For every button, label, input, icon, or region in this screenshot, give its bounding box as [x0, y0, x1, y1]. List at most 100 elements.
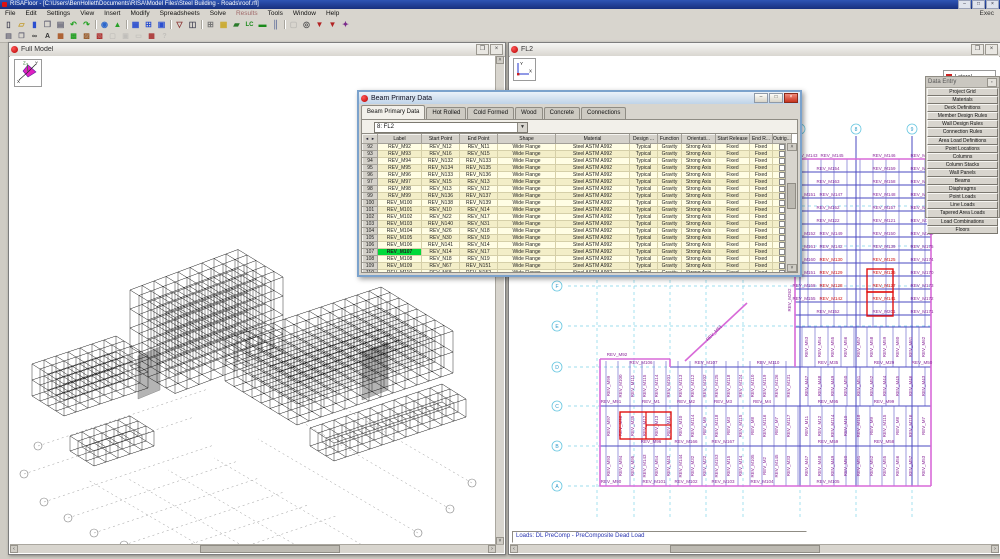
- cell-orientation[interactable]: Strong Axis: [682, 221, 716, 228]
- cell-shape[interactable]: Wide Flange: [498, 242, 556, 249]
- cell-orientation[interactable]: Strong Axis: [682, 256, 716, 263]
- floor-select[interactable]: 8: FL2 ▼: [374, 122, 528, 133]
- cell-material[interactable]: Steel ASTM A992: [556, 158, 630, 165]
- cell-function[interactable]: Gravity: [658, 144, 682, 151]
- cell-design[interactable]: Typical: [630, 172, 658, 179]
- new-file-icon[interactable]: ▯: [2, 19, 15, 30]
- col-header-shape[interactable]: Shape: [498, 135, 556, 144]
- scroll-up-icon[interactable]: ˄: [787, 143, 797, 151]
- cell-material[interactable]: Steel ASTM A992: [556, 235, 630, 242]
- cell-function[interactable]: Gravity: [658, 179, 682, 186]
- data-entry-item-area-load-definitions[interactable]: Area Load Definitions: [927, 137, 998, 145]
- cell-start-point[interactable]: REV_N133: [422, 172, 460, 179]
- cell-end-point[interactable]: REV_N17: [460, 214, 498, 221]
- cell-end-release[interactable]: Fixed: [750, 270, 773, 274]
- cell-start-release[interactable]: Fixed: [716, 193, 750, 200]
- cell-end-point[interactable]: REV_N18: [460, 228, 498, 235]
- cell-design[interactable]: Typical: [630, 151, 658, 158]
- cell-material[interactable]: Steel ASTM A992: [556, 256, 630, 263]
- cell-material[interactable]: Steel ASTM A992: [556, 144, 630, 151]
- redo-icon[interactable]: ↷: [80, 19, 93, 30]
- cell-shape[interactable]: Wide Flange: [498, 200, 556, 207]
- cell-function[interactable]: Gravity: [658, 256, 682, 263]
- cell-end-release[interactable]: Fixed: [750, 151, 773, 158]
- cell-end-release[interactable]: Fixed: [750, 242, 773, 249]
- outrigger-checkbox[interactable]: [779, 172, 785, 178]
- row-number[interactable]: 106: [363, 242, 378, 249]
- cell-material[interactable]: Steel ASTM A992: [556, 165, 630, 172]
- cell-start-point[interactable]: REV_N67: [422, 263, 460, 270]
- cell-label[interactable]: REV_M107: [378, 249, 422, 256]
- row-number[interactable]: 94: [363, 158, 378, 165]
- menu-view[interactable]: View: [75, 10, 99, 17]
- cell-start-release[interactable]: Fixed: [716, 221, 750, 228]
- tab-hot-rolled[interactable]: Hot Rolled: [426, 107, 466, 119]
- cell-design[interactable]: Typical: [630, 235, 658, 242]
- cell-end-release[interactable]: Fixed: [750, 228, 773, 235]
- row-number[interactable]: 93: [363, 151, 378, 158]
- cell-end-release[interactable]: Fixed: [750, 263, 773, 270]
- cell-orientation[interactable]: Strong Axis: [682, 193, 716, 200]
- print-icon[interactable]: ▤: [54, 19, 67, 30]
- fl2-close-button[interactable]: ×: [985, 44, 998, 55]
- cell-start-point[interactable]: REV_N136: [422, 193, 460, 200]
- cell-shape[interactable]: Wide Flange: [498, 165, 556, 172]
- row-number[interactable]: 107: [363, 249, 378, 256]
- cell-material[interactable]: Steel ASTM A992: [556, 172, 630, 179]
- cell-design[interactable]: Typical: [630, 158, 658, 165]
- cell-orientation[interactable]: Strong Axis: [682, 200, 716, 207]
- cell-start-point[interactable]: REV_N26: [422, 228, 460, 235]
- select-poly-icon[interactable]: ▩: [67, 32, 80, 41]
- cell-start-point[interactable]: REV_N16: [422, 151, 460, 158]
- deck-icon[interactable]: ◫: [186, 19, 199, 30]
- cell-function[interactable]: Gravity: [658, 235, 682, 242]
- cell-orientation[interactable]: Strong Axis: [682, 172, 716, 179]
- col-header-start-point[interactable]: Start Point: [422, 135, 460, 144]
- full-model-hscrollbar[interactable]: ‹ ›: [10, 544, 504, 553]
- row-number[interactable]: 96: [363, 172, 378, 179]
- col-header-design-[interactable]: Design ...: [630, 135, 658, 144]
- cell-function[interactable]: Gravity: [658, 172, 682, 179]
- cell-material[interactable]: Steel ASTM A992: [556, 270, 630, 274]
- cell-label[interactable]: REV_M94: [378, 158, 422, 165]
- cell-design[interactable]: Typical: [630, 270, 658, 274]
- cell-start-release[interactable]: Fixed: [716, 249, 750, 256]
- cell-design[interactable]: Typical: [630, 207, 658, 214]
- cell-start-point[interactable]: REV_N134: [422, 165, 460, 172]
- cell-start-release[interactable]: Fixed: [716, 207, 750, 214]
- fl2-hscrollbar[interactable]: ‹ ›: [510, 544, 999, 553]
- cell-label[interactable]: REV_M95: [378, 165, 422, 172]
- report-icon[interactable]: ▢: [287, 19, 300, 30]
- spreadsheet-icon[interactable]: ▦: [129, 19, 142, 30]
- menu-help[interactable]: Help: [321, 10, 344, 17]
- cell-shape[interactable]: Wide Flange: [498, 235, 556, 242]
- row-number[interactable]: 101: [363, 207, 378, 214]
- row-number[interactable]: 105: [363, 235, 378, 242]
- cell-material[interactable]: Steel ASTM A992: [556, 200, 630, 207]
- data-entry-item-line-loads[interactable]: Line Loads: [927, 201, 998, 209]
- cell-label[interactable]: REV_M105: [378, 235, 422, 242]
- col-header-end-point[interactable]: End Point: [460, 135, 498, 144]
- scroll-left-icon[interactable]: ‹: [510, 545, 518, 553]
- cell-label[interactable]: REV_M109: [378, 263, 422, 270]
- cell-end-point[interactable]: REV_N139: [460, 200, 498, 207]
- cell-orientation[interactable]: Strong Axis: [682, 165, 716, 172]
- cell-end-release[interactable]: Fixed: [750, 200, 773, 207]
- outrigger-checkbox[interactable]: [779, 179, 785, 185]
- outrigger-checkbox[interactable]: [779, 193, 785, 199]
- copy-view-icon[interactable]: ❐: [15, 32, 28, 41]
- outrigger-checkbox[interactable]: [779, 263, 785, 269]
- cell-function[interactable]: Gravity: [658, 242, 682, 249]
- cell-material[interactable]: Steel ASTM A992: [556, 263, 630, 270]
- view-globe-icon[interactable]: ◉: [98, 19, 111, 30]
- tab-beam-primary-data[interactable]: Beam Primary Data: [361, 105, 425, 119]
- outrigger-checkbox[interactable]: [779, 256, 785, 262]
- cell-shape[interactable]: Wide Flange: [498, 263, 556, 270]
- cell-shape[interactable]: Wide Flange: [498, 270, 556, 274]
- cell-end-release[interactable]: Fixed: [750, 221, 773, 228]
- column-icon[interactable]: ║: [269, 19, 282, 30]
- project-grid-icon[interactable]: ⊞: [204, 19, 217, 30]
- maximize-button[interactable]: □: [972, 0, 985, 9]
- cell-shape[interactable]: Wide Flange: [498, 193, 556, 200]
- hscroll-thumb[interactable]: [200, 545, 340, 553]
